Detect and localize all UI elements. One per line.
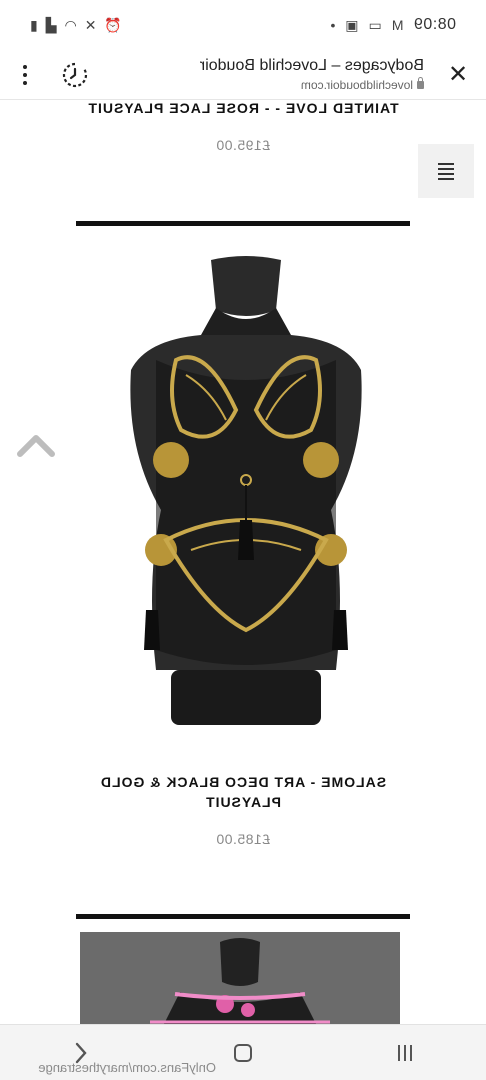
screen: 08:09 M ▭ ▣ • ⏰ ✕ ◠ ▟ ▮ ✕ Bodycages – Lo… (0, 0, 486, 1080)
browser-toolbar: ✕ Bodycages – Lovechild Boudoir lovechil… (0, 50, 486, 100)
mute-icon: ✕ (84, 17, 97, 33)
product-divider (76, 914, 410, 919)
status-icons-left: M ▭ ▣ • (330, 17, 404, 33)
alarm-icon: ⏰ (104, 17, 122, 33)
wifi-icon: ◠ (64, 17, 77, 33)
domain-text: lovechildboudoir.com (300, 78, 413, 92)
image-icon: ▣ (345, 17, 359, 33)
history-icon[interactable] (50, 50, 100, 100)
watermark-text: OnlyFans.com/marythestrange (38, 1060, 216, 1075)
battery-icon: ▮ (30, 17, 38, 33)
url-domain: lovechildboudoir.com (100, 78, 424, 92)
status-icons-right: ⏰ ✕ ◠ ▟ ▮ (30, 17, 122, 33)
site-menu-button[interactable] (418, 144, 474, 198)
close-icon[interactable]: ✕ (430, 50, 486, 100)
lock-icon (417, 81, 424, 89)
product-divider (76, 221, 410, 226)
dot-icon: • (330, 17, 336, 33)
recents-icon[interactable] (365, 1025, 445, 1080)
cast-icon: ▭ (368, 17, 382, 33)
status-bar: 08:09 M ▭ ▣ • ⏰ ✕ ◠ ▟ ▮ (0, 0, 486, 50)
scroll-to-top-button[interactable] (16, 430, 56, 460)
product-price-1: £195.00 (215, 137, 271, 153)
more-vert-icon[interactable] (0, 50, 50, 100)
hamburger-icon (438, 162, 454, 180)
product-image-1[interactable] (86, 250, 406, 740)
page-title: Bodycages – Lovechild Boudoir (199, 57, 424, 74)
page-content: TAINTED LOVE - - ROSE LACE PLAYSUIT £195… (0, 100, 486, 1024)
product-title-1[interactable]: TAINTED LOVE - - ROSE LACE PLAYSUIT (60, 100, 426, 118)
status-time: 08:09 (413, 16, 456, 33)
product-image-2[interactable] (80, 932, 400, 1024)
url-info[interactable]: Bodycages – Lovechild Boudoir lovechildb… (100, 57, 430, 92)
signal-icon: ▟ (45, 17, 57, 33)
product-title-2[interactable]: SALOME - ART DECO BLACK & GOLD PLAYSUIT (60, 772, 426, 812)
product-price-2: £185.00 (215, 831, 271, 847)
gmail-icon: M (391, 17, 404, 33)
chevron-up-icon (17, 435, 55, 457)
